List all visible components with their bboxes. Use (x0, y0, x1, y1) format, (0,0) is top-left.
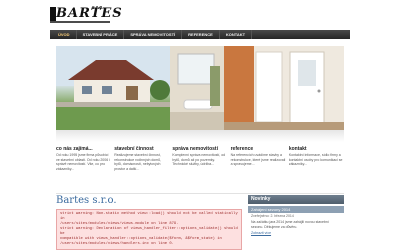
service-title[interactable]: stavební činnost (114, 146, 169, 152)
news-more-link[interactable]: Zobrazit více (251, 231, 271, 235)
house-photo (56, 46, 170, 130)
news-more-link-wrap: Zobrazit více (248, 230, 344, 237)
warning-line: strict warning: Non-static method view::… (60, 212, 238, 221)
service-contact: kontakt Kontaktní informace, sídlo firmy… (289, 146, 344, 194)
service-title[interactable]: správa nemovitostí (172, 146, 227, 152)
news-item-title[interactable]: Zahájení sezony 2014 (248, 206, 344, 213)
logo-text: BARTES (56, 6, 123, 21)
news-sidebar: Novinky Zahájení sezony 2014 Zveřejněno:… (248, 195, 344, 250)
logo-suffix: s.r.o. (92, 5, 104, 11)
nav-references[interactable]: REFERENCE (182, 30, 220, 39)
services-row: co nás zajímá... Od roku 1995 jsme firma… (56, 146, 344, 194)
error-message-box: strict warning: Non-static method view::… (56, 209, 242, 250)
warning-line: strict warning: Declaration of views_han… (60, 227, 238, 236)
nav-contact[interactable]: KONTAKT (220, 30, 253, 39)
news-heading: Novinky (248, 195, 344, 204)
service-title[interactable]: kontakt (289, 146, 344, 152)
service-about: co nás zajímá... Od roku 1995 jsme firma… (56, 146, 111, 194)
service-title[interactable]: reference (231, 146, 286, 152)
nav-property-management[interactable]: SPRÁVA NEMOVITOSTÍ (124, 30, 183, 39)
service-title[interactable]: co nás zajímá... (56, 146, 111, 152)
service-text: Komplexní správa nemovitostí, od bytů, d… (172, 153, 226, 167)
service-property: správa nemovitostí Komplexní správa nemo… (172, 146, 227, 194)
page-title: Bartes s.r.o. (56, 195, 117, 206)
hero-shadow (56, 130, 344, 142)
nav-home[interactable]: ÚVOD (50, 30, 77, 39)
main-navigation: ÚVOD STAVEBNÍ PRÁCE SPRÁVA NEMOVITOSTÍ R… (50, 30, 350, 39)
nav-construction[interactable]: STAVEBNÍ PRÁCE (77, 30, 125, 39)
news-text: Na začátku jara 2014 jsme zahájili novou… (251, 220, 329, 229)
content-divider (56, 193, 344, 194)
service-text: Kontaktní informace, sídlo firmy a konta… (288, 153, 343, 167)
service-construction: stavební činnost Realizujeme stavební či… (114, 146, 169, 194)
warning-line: /users/sites/modules/views/handlers.inc … (60, 242, 174, 246)
bathroom-photo (170, 46, 224, 130)
service-references: reference Na referencích uvádíme stavby … (231, 146, 286, 194)
service-text: Na referencích uvádíme stavby a rekonstr… (230, 153, 286, 167)
service-text: Od roku 1995 jsme firma působící ve stav… (56, 153, 110, 171)
hero-banner (56, 46, 344, 130)
service-text: Realizujeme stavební činnost, rekonstruk… (114, 153, 162, 171)
hallway-photo (224, 46, 344, 130)
